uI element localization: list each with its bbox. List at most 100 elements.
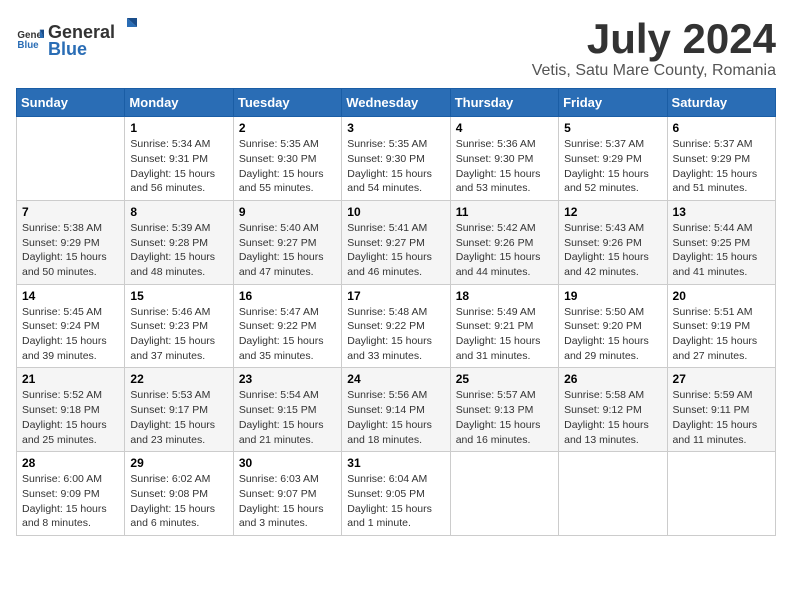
calendar-cell: 22Sunrise: 5:53 AM Sunset: 9:17 PM Dayli… xyxy=(125,368,233,452)
day-number: 27 xyxy=(673,372,770,386)
day-info: Sunrise: 5:50 AM Sunset: 9:20 PM Dayligh… xyxy=(564,305,661,364)
day-info: Sunrise: 5:47 AM Sunset: 9:22 PM Dayligh… xyxy=(239,305,336,364)
day-number: 25 xyxy=(456,372,553,386)
day-number: 30 xyxy=(239,456,336,470)
day-number: 17 xyxy=(347,289,444,303)
day-number: 23 xyxy=(239,372,336,386)
day-number: 22 xyxy=(130,372,227,386)
day-info: Sunrise: 5:36 AM Sunset: 9:30 PM Dayligh… xyxy=(456,137,553,196)
calendar-cell: 15 Sunrise: 5:46 AM Sunset: 9:23 PM Dayli… xyxy=(125,284,233,368)
day-number: 5 xyxy=(564,121,661,135)
calendar-cell: 1 Sunrise: 5:34 AM Sunset: 9:31 PM Daylig… xyxy=(125,117,233,201)
day-info: Sunrise: 6:04 AM Sunset: 9:05 PM Dayligh… xyxy=(347,472,444,531)
day-number: 19 xyxy=(564,289,661,303)
calendar-cell: 26Sunrise: 5:58 AM Sunset: 9:12 PM Dayli… xyxy=(559,368,667,452)
day-number: 21 xyxy=(22,372,119,386)
day-info: Sunrise: 6:03 AM Sunset: 9:07 PM Dayligh… xyxy=(239,472,336,531)
day-number: 4 xyxy=(456,121,553,135)
day-number: 20 xyxy=(673,289,770,303)
calendar-body: 1 Sunrise: 5:34 AM Sunset: 9:31 PM Daylig… xyxy=(17,117,776,536)
calendar-cell: 28Sunrise: 6:00 AM Sunset: 9:09 PM Dayli… xyxy=(17,452,125,536)
day-info: Sunrise: 5:49 AM Sunset: 9:21 PM Dayligh… xyxy=(456,305,553,364)
calendar-cell: 5 Sunrise: 5:37 AM Sunset: 9:29 PM Daylig… xyxy=(559,117,667,201)
calendar-cell xyxy=(667,452,775,536)
calendar-cell: 12 Sunrise: 5:43 AM Sunset: 9:26 PM Dayli… xyxy=(559,200,667,284)
day-number: 13 xyxy=(673,205,770,219)
day-of-week-header: Thursday xyxy=(450,89,558,117)
calendar-cell: 10 Sunrise: 5:41 AM Sunset: 9:27 PM Dayli… xyxy=(342,200,450,284)
calendar-cell: 3 Sunrise: 5:35 AM Sunset: 9:30 PM Daylig… xyxy=(342,117,450,201)
logo-flag-icon xyxy=(116,16,138,38)
day-info: Sunrise: 5:56 AM Sunset: 9:14 PM Dayligh… xyxy=(347,388,444,447)
calendar-cell: 27 Sunrise: 5:59 AM Sunset: 9:11 PM Dayli… xyxy=(667,368,775,452)
day-info: Sunrise: 5:57 AM Sunset: 9:13 PM Dayligh… xyxy=(456,388,553,447)
calendar-cell: 9Sunrise: 5:40 AM Sunset: 9:27 PM Daylig… xyxy=(233,200,341,284)
calendar-cell: 18 Sunrise: 5:49 AM Sunset: 9:21 PM Dayli… xyxy=(450,284,558,368)
day-info: Sunrise: 5:43 AM Sunset: 9:26 PM Dayligh… xyxy=(564,221,661,280)
day-info: Sunrise: 5:48 AM Sunset: 9:22 PM Dayligh… xyxy=(347,305,444,364)
calendar-cell: 6Sunrise: 5:37 AM Sunset: 9:29 PM Daylig… xyxy=(667,117,775,201)
day-of-week-header: Sunday xyxy=(17,89,125,117)
day-info: Sunrise: 5:37 AM Sunset: 9:29 PM Dayligh… xyxy=(564,137,661,196)
calendar-cell: 24 Sunrise: 5:56 AM Sunset: 9:14 PM Dayli… xyxy=(342,368,450,452)
title-area: July 2024 Vetis, Satu Mare County, Roman… xyxy=(532,16,776,80)
day-info: Sunrise: 6:00 AM Sunset: 9:09 PM Dayligh… xyxy=(22,472,119,531)
day-number: 10 xyxy=(347,205,444,219)
day-number: 29 xyxy=(130,456,227,470)
day-info: Sunrise: 5:54 AM Sunset: 9:15 PM Dayligh… xyxy=(239,388,336,447)
calendar-cell: 16 Sunrise: 5:47 AM Sunset: 9:22 PM Dayli… xyxy=(233,284,341,368)
day-number: 16 xyxy=(239,289,336,303)
logo: General Blue General Blue xyxy=(16,16,139,60)
day-of-week-header: Friday xyxy=(559,89,667,117)
calendar-cell: 2Sunrise: 5:35 AM Sunset: 9:30 PM Daylig… xyxy=(233,117,341,201)
day-number: 15 xyxy=(130,289,227,303)
day-number: 7 xyxy=(22,205,119,219)
calendar-cell: 21 Sunrise: 5:52 AM Sunset: 9:18 PM Dayli… xyxy=(17,368,125,452)
calendar-cell: 20 Sunrise: 5:51 AM Sunset: 9:19 PM Dayli… xyxy=(667,284,775,368)
day-number: 12 xyxy=(564,205,661,219)
day-number: 1 xyxy=(130,121,227,135)
calendar-cell: 13 Sunrise: 5:44 AM Sunset: 9:25 PM Dayli… xyxy=(667,200,775,284)
svg-text:Blue: Blue xyxy=(17,40,39,51)
calendar-cell xyxy=(450,452,558,536)
day-number: 8 xyxy=(130,205,227,219)
day-info: Sunrise: 5:38 AM Sunset: 9:29 PM Dayligh… xyxy=(22,221,119,280)
calendar-cell: 23 Sunrise: 5:54 AM Sunset: 9:15 PM Dayli… xyxy=(233,368,341,452)
day-number: 18 xyxy=(456,289,553,303)
days-of-week-row: SundayMondayTuesdayWednesdayThursdayFrid… xyxy=(17,89,776,117)
calendar-header: SundayMondayTuesdayWednesdayThursdayFrid… xyxy=(17,89,776,117)
day-info: Sunrise: 5:45 AM Sunset: 9:24 PM Dayligh… xyxy=(22,305,119,364)
calendar-cell: 14Sunrise: 5:45 AM Sunset: 9:24 PM Dayli… xyxy=(17,284,125,368)
calendar-cell: 30 Sunrise: 6:03 AM Sunset: 9:07 PM Dayli… xyxy=(233,452,341,536)
calendar-week-row: 28Sunrise: 6:00 AM Sunset: 9:09 PM Dayli… xyxy=(17,452,776,536)
day-info: Sunrise: 5:59 AM Sunset: 9:11 PM Dayligh… xyxy=(673,388,770,447)
day-info: Sunrise: 5:35 AM Sunset: 9:30 PM Dayligh… xyxy=(239,137,336,196)
day-of-week-header: Saturday xyxy=(667,89,775,117)
calendar-cell: 4 Sunrise: 5:36 AM Sunset: 9:30 PM Daylig… xyxy=(450,117,558,201)
day-info: Sunrise: 6:02 AM Sunset: 9:08 PM Dayligh… xyxy=(130,472,227,531)
calendar-week-row: 1 Sunrise: 5:34 AM Sunset: 9:31 PM Daylig… xyxy=(17,117,776,201)
page-header: General Blue General Blue July 2024 Veti… xyxy=(16,16,776,80)
calendar-week-row: 7 Sunrise: 5:38 AM Sunset: 9:29 PM Daylig… xyxy=(17,200,776,284)
day-of-week-header: Wednesday xyxy=(342,89,450,117)
day-info: Sunrise: 5:37 AM Sunset: 9:29 PM Dayligh… xyxy=(673,137,770,196)
day-info: Sunrise: 5:51 AM Sunset: 9:19 PM Dayligh… xyxy=(673,305,770,364)
day-number: 24 xyxy=(347,372,444,386)
day-info: Sunrise: 5:41 AM Sunset: 9:27 PM Dayligh… xyxy=(347,221,444,280)
calendar-cell: 19 Sunrise: 5:50 AM Sunset: 9:20 PM Dayli… xyxy=(559,284,667,368)
calendar-cell: 29 Sunrise: 6:02 AM Sunset: 9:08 PM Dayli… xyxy=(125,452,233,536)
calendar-cell xyxy=(559,452,667,536)
day-info: Sunrise: 5:42 AM Sunset: 9:26 PM Dayligh… xyxy=(456,221,553,280)
calendar-cell xyxy=(17,117,125,201)
logo-icon: General Blue xyxy=(16,24,44,52)
day-info: Sunrise: 5:40 AM Sunset: 9:27 PM Dayligh… xyxy=(239,221,336,280)
day-info: Sunrise: 5:46 AM Sunset: 9:23 PM Dayligh… xyxy=(130,305,227,364)
day-info: Sunrise: 5:34 AM Sunset: 9:31 PM Dayligh… xyxy=(130,137,227,196)
day-info: Sunrise: 5:52 AM Sunset: 9:18 PM Dayligh… xyxy=(22,388,119,447)
day-info: Sunrise: 5:44 AM Sunset: 9:25 PM Dayligh… xyxy=(673,221,770,280)
day-info: Sunrise: 5:35 AM Sunset: 9:30 PM Dayligh… xyxy=(347,137,444,196)
calendar-cell: 17 Sunrise: 5:48 AM Sunset: 9:22 PM Dayli… xyxy=(342,284,450,368)
calendar-cell: 7 Sunrise: 5:38 AM Sunset: 9:29 PM Daylig… xyxy=(17,200,125,284)
day-number: 26 xyxy=(564,372,661,386)
day-number: 3 xyxy=(347,121,444,135)
